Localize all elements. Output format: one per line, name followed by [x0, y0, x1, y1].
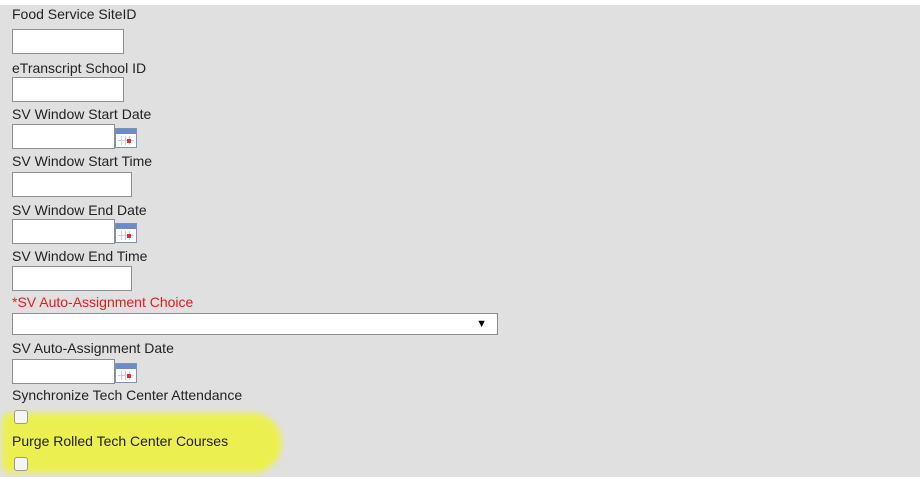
calendar-icon[interactable]	[115, 223, 137, 243]
sv-window-start-time-label: SV Window Start Time	[12, 153, 153, 169]
food-service-siteid-input[interactable]	[12, 29, 124, 54]
sv-window-end-time-input[interactable]	[12, 266, 132, 291]
synchronize-tech-center-attendance-label: Synchronize Tech Center Attendance	[12, 387, 243, 403]
purge-rolled-tech-center-courses-label: Purge Rolled Tech Center Courses	[12, 433, 229, 449]
sv-window-start-date-input[interactable]	[12, 124, 115, 149]
etranscript-school-id-input[interactable]	[12, 77, 124, 102]
sv-window-end-date-label: SV Window End Date	[12, 202, 147, 218]
top-border	[0, 0, 920, 5]
calendar-icon[interactable]	[115, 363, 137, 383]
sv-window-end-date-input[interactable]	[12, 219, 115, 244]
food-service-siteid-label: Food Service SiteID	[12, 6, 137, 22]
sv-auto-assignment-choice-select[interactable]: ▼	[12, 313, 498, 335]
calendar-icon[interactable]	[115, 128, 137, 148]
sv-auto-assignment-date-input[interactable]	[12, 359, 115, 384]
sv-window-start-time-input[interactable]	[12, 172, 132, 197]
synchronize-tech-center-attendance-checkbox[interactable]	[14, 410, 28, 424]
purge-rolled-tech-center-courses-checkbox[interactable]	[14, 457, 28, 471]
sv-auto-assignment-choice-label: *SV Auto-Assignment Choice	[12, 294, 194, 310]
sv-window-end-time-label: SV Window End Time	[12, 248, 148, 264]
etranscript-school-id-label: eTranscript School ID	[12, 60, 147, 76]
sv-window-start-date-label: SV Window Start Date	[12, 106, 152, 122]
chevron-down-icon[interactable]: ▼	[476, 315, 487, 333]
sv-auto-assignment-date-label: SV Auto-Assignment Date	[12, 340, 174, 356]
